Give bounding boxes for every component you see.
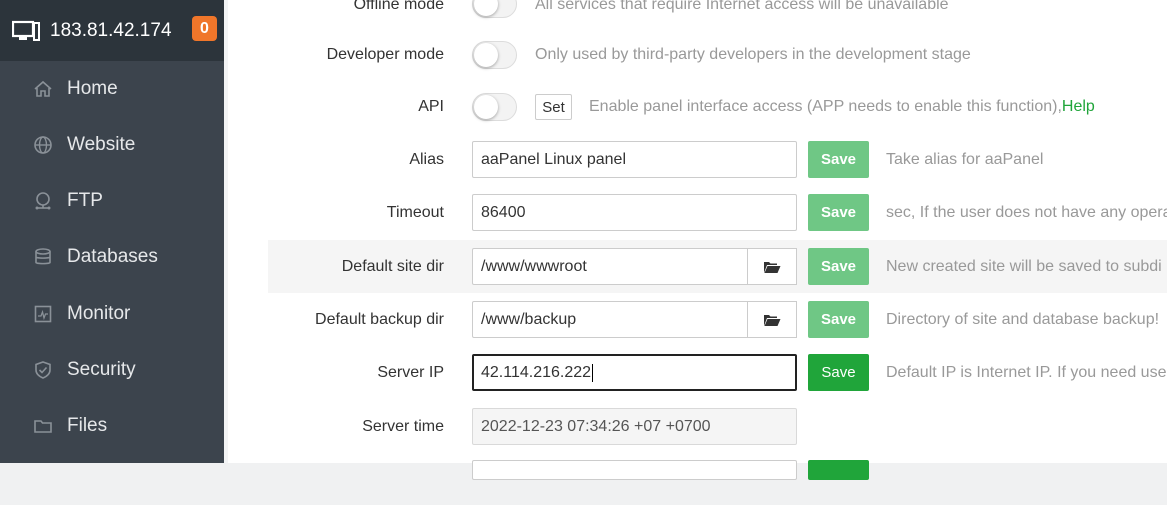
setting-description: Take alias for aaPanel [886,150,1044,168]
folder-open-icon [764,314,781,326]
backup-dir-browse-button[interactable] [747,301,797,338]
site-dir-save-button[interactable]: Save [808,248,869,285]
setting-label: Server IP [377,363,444,381]
globe-icon [33,135,53,155]
setting-label: Developer mode [326,45,444,63]
server-ip-save-button[interactable]: Save [808,354,869,391]
nav-label: Home [67,78,118,99]
folder-open-icon [764,261,781,273]
server-ip-input[interactable]: 42.114.216.222 [472,354,797,391]
text-caret [592,363,594,382]
api-toggle[interactable] [472,93,517,121]
nav-item-monitor[interactable]: Monitor [0,286,224,342]
setting-label: Alias [409,150,444,168]
setting-description: Only used by third-party developers in t… [535,45,971,63]
nav-item-ftp[interactable]: FTP [0,173,224,229]
setting-label: Default backup dir [315,310,444,328]
timeout-save-button[interactable]: Save [808,194,869,231]
setting-description: Enable panel interface access (APP needs… [589,80,1095,133]
alias-save-button[interactable]: Save [808,141,869,178]
setting-description: Default IP is Internet IP. If you need u… [886,363,1167,381]
sidebar: 183.81.42.174 0 Home Website FTP Databas… [0,0,224,463]
setting-label: API [418,97,444,115]
nav-label: Security [67,359,136,380]
main-content: Offline mode All services that require I… [224,0,1167,480]
setting-row-alias: Alias aaPanel Linux panel Save Take alia… [268,133,1167,186]
nav-item-home[interactable]: Home [0,61,224,117]
folder-icon [33,416,53,436]
shield-icon [33,360,53,380]
backup-dir-input[interactable]: /www/backup [472,301,748,338]
setting-row-site-dir: Default site dir /www/wwwroot Save New c… [268,240,1167,293]
server-ip-value: 42.114.216.222 [481,363,592,381]
nav-label: Website [67,134,136,155]
nav-label: Files [67,415,108,436]
setting-label: Default site dir [341,257,444,275]
database-icon [33,247,53,267]
setting-label: Server time [362,417,444,435]
setting-row-server-ip: Server IP 42.114.216.222 Save Default IP… [268,346,1167,399]
setting-row-api: API Set Enable panel interface access (A… [268,80,1167,133]
timeout-input[interactable]: 86400 [472,194,797,231]
setting-label: Timeout [386,203,444,221]
setting-description: All services that require Internet acces… [535,0,949,13]
ftp-icon [33,191,53,211]
setting-label: Offline mode [353,0,444,13]
nav-label: Monitor [67,303,131,324]
setting-row-backup-dir: Default backup dir /www/backup Save Dire… [268,293,1167,346]
setting-row-server-time: Server time 2022-12-23 07:34:26 +07 +070… [268,400,1167,453]
offline-mode-toggle[interactable] [472,0,517,18]
api-set-button[interactable]: Set [535,94,572,120]
help-link[interactable]: Help [1062,98,1095,116]
computer-icon [12,20,40,41]
setting-description: sec, If the user does not have any opera [886,203,1167,221]
home-icon [33,79,53,99]
server-time-field: 2022-12-23 07:34:26 +07 +0700 [472,408,797,445]
nav-item-security[interactable]: Security [0,342,224,398]
server-header[interactable]: 183.81.42.174 [0,0,224,61]
nav-item-website[interactable]: Website [0,117,224,173]
nav-item-databases[interactable]: Databases [0,229,224,285]
setting-row-timeout: Timeout 86400 Save sec, If the user does… [268,186,1167,239]
alias-input[interactable]: aaPanel Linux panel [472,141,797,178]
setting-description: New created site will be saved to subdi [886,257,1162,275]
developer-mode-toggle[interactable] [472,41,517,69]
setting-description: Directory of site and database backup! [886,310,1160,328]
next-save-button[interactable] [808,460,869,480]
monitor-icon [33,304,53,324]
settings-panel: Offline mode All services that require I… [228,0,1167,480]
nav-label: Databases [67,246,158,267]
setting-row-next [268,452,1167,505]
site-dir-browse-button[interactable] [747,248,797,285]
api-description: Enable panel interface access (APP needs… [589,97,1062,115]
nav-label: FTP [67,190,103,211]
site-dir-input[interactable]: /www/wwwroot [472,248,748,285]
setting-row-offline: Offline mode All services that require I… [268,0,1167,31]
backup-dir-save-button[interactable]: Save [808,301,869,338]
server-ip-label: 183.81.42.174 [50,19,172,41]
setting-row-developer: Developer mode Only used by third-party … [268,28,1167,81]
next-input[interactable] [472,460,797,480]
notification-badge[interactable]: 0 [192,16,217,41]
nav-item-files[interactable]: Files [0,398,224,454]
